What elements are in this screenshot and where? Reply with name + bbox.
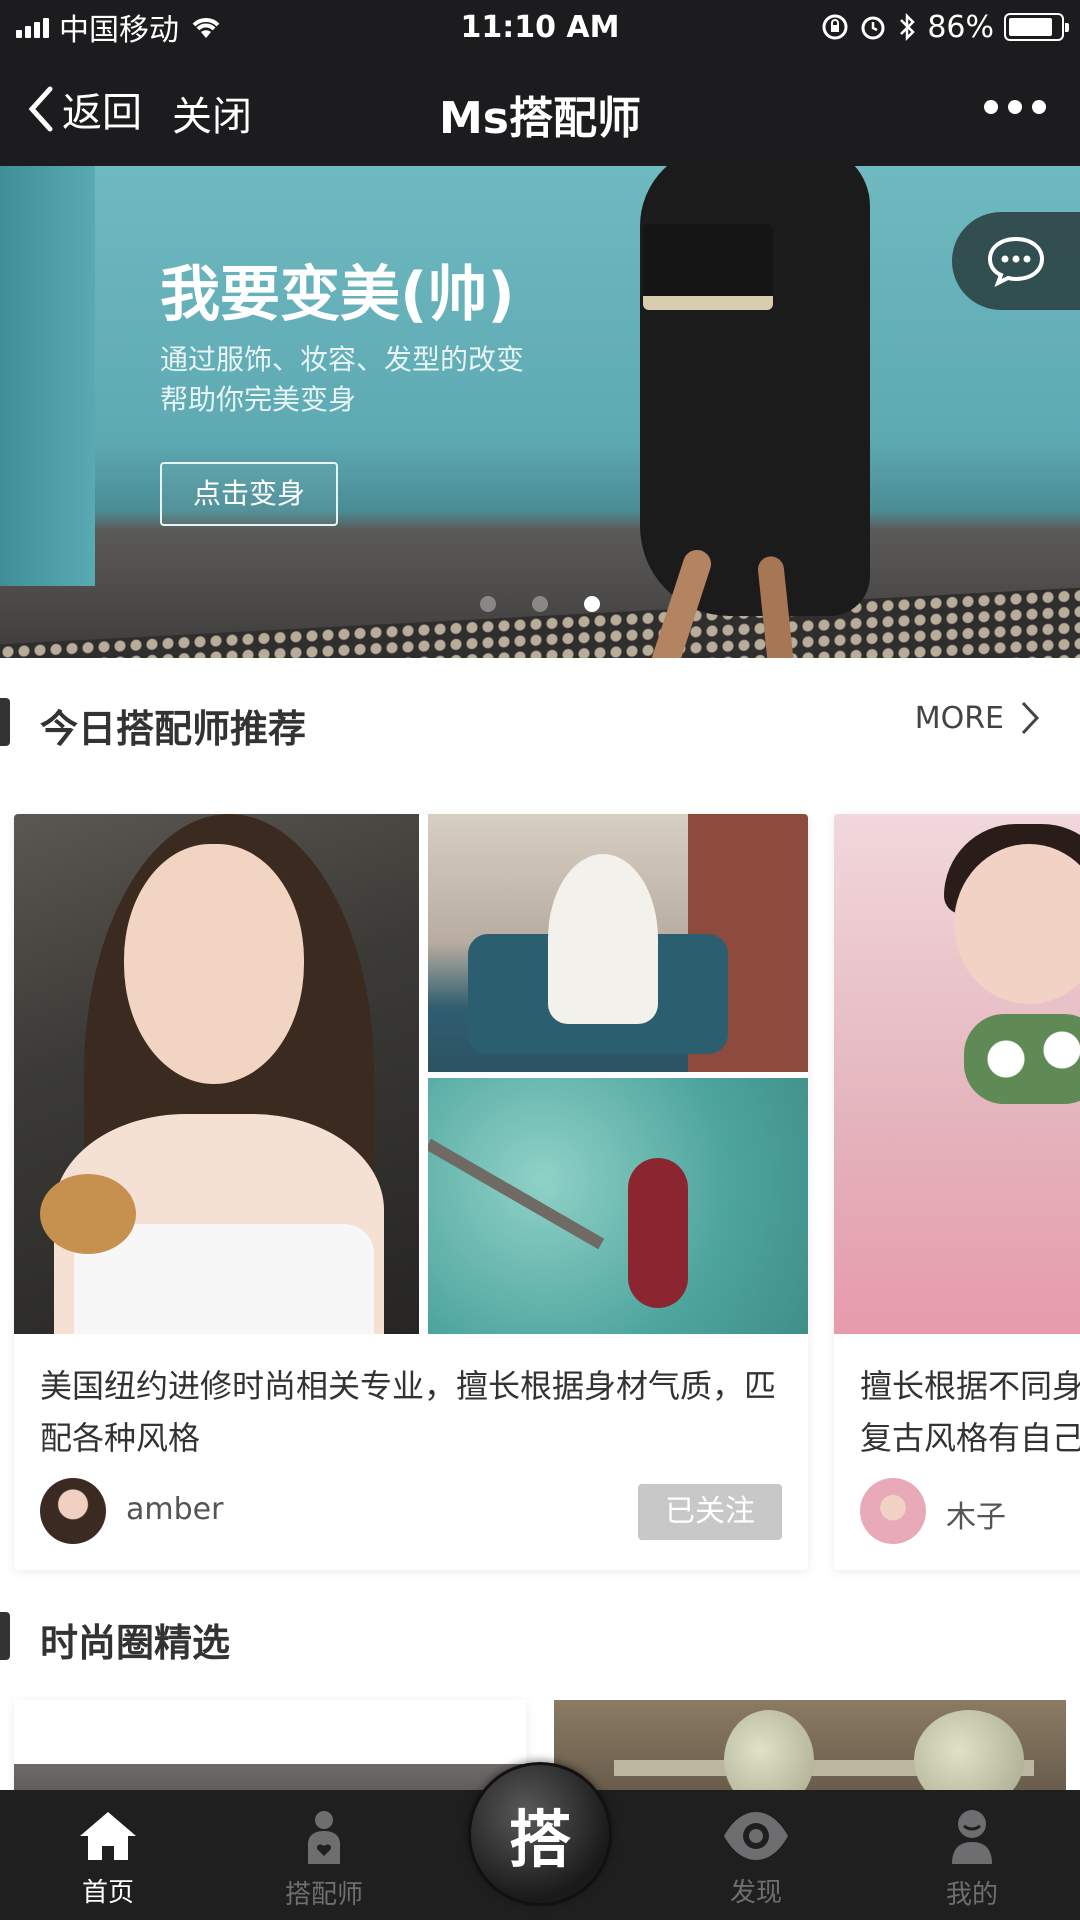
nav-bar: 返回 关闭 Ms搭配师 — [0, 54, 1080, 166]
carousel-indicator — [480, 596, 600, 612]
tab-label: 我的 — [945, 1880, 998, 1910]
battery-level — [1009, 18, 1052, 36]
photo-face — [124, 844, 304, 1084]
home-icon — [80, 1812, 136, 1860]
carousel-dot-active[interactable] — [584, 596, 600, 612]
status-right: 86% — [821, 9, 1069, 45]
more-icon[interactable] — [984, 100, 1046, 114]
hero-banner[interactable]: 我要变美(帅) 通过服饰、妆容、发型的改变 帮助你完美变身 点击变身 — [0, 166, 1080, 658]
section-title: 时尚圈精选 — [40, 1621, 231, 1665]
stylist-icon — [308, 1811, 340, 1864]
more-label: MORE — [914, 700, 1004, 736]
avatar[interactable] — [40, 1478, 106, 1544]
banner-subtitle: 帮助你完美变身 — [160, 383, 357, 416]
tab-label: 发现 — [729, 1878, 782, 1908]
signal-icon — [16, 16, 49, 38]
chevron-right-icon — [1021, 701, 1040, 735]
photo-rail — [428, 1138, 605, 1250]
section-marker — [0, 1612, 10, 1660]
battery-icon — [1004, 13, 1069, 41]
carrier-label: 中国移动 — [59, 13, 179, 48]
more-link[interactable]: MORE — [915, 700, 1040, 736]
photo-flowers — [964, 1014, 1080, 1104]
tab-mine[interactable]: 我的 — [892, 1808, 1052, 1918]
stylist-photo-main[interactable] — [14, 814, 419, 1334]
tab-home[interactable]: 首页 — [28, 1808, 188, 1918]
profile-icon — [952, 1810, 992, 1864]
transform-button[interactable]: 点击变身 — [160, 462, 338, 526]
battery-percent: 86% — [927, 9, 994, 45]
section-marker — [0, 698, 10, 746]
stylist-name[interactable]: 木子 — [946, 1492, 1006, 1536]
wifi-icon — [189, 14, 223, 40]
stylist-description-line: 擅长根据不同身 — [860, 1367, 1080, 1405]
status-bar: 中国移动 11:10 AM 86% — [0, 0, 1080, 54]
stylist-card[interactable]: 美国纽约进修时尚相关专业，擅长根据身材气质，匹配各种风格 amber 已关注 — [14, 814, 808, 1570]
photo-swimmer — [628, 1158, 688, 1308]
fashion-section-header: 时尚圈精选 — [0, 1604, 1080, 1665]
alarm-icon — [859, 13, 887, 41]
stylist-photo-top[interactable] — [428, 814, 808, 1072]
tab-label: 首页 — [81, 1878, 134, 1908]
cat-sticker — [40, 1174, 136, 1254]
avatar[interactable] — [860, 1478, 926, 1544]
section-title: 今日搭配师推荐 — [40, 707, 307, 751]
status-time: 11:10 AM — [460, 9, 620, 45]
follow-button[interactable]: 已关注 — [638, 1484, 782, 1540]
eye-icon — [724, 1812, 788, 1860]
photo-person — [548, 854, 658, 1024]
banner-subtitle: 通过服饰、妆容、发型的改变 — [160, 343, 525, 376]
carousel-dot[interactable] — [480, 596, 496, 612]
recommend-section-header: 今日搭配师推荐 MORE — [0, 690, 1080, 751]
banner-wall — [0, 166, 95, 586]
stylist-description: 美国纽约进修时尚相关专业，擅长根据身材气质，匹配各种风格 — [40, 1367, 777, 1457]
tab-stylist[interactable]: 搭配师 — [244, 1808, 404, 1918]
stylist-description-line: 复古风格有自己 — [860, 1419, 1080, 1457]
rotation-lock-icon — [821, 13, 849, 41]
stylist-description: 擅长根据不同身 复古风格有自己 — [860, 1360, 1080, 1464]
center-action-button[interactable]: 搭 — [468, 1762, 612, 1906]
page-title: Ms搭配师 — [439, 93, 641, 144]
chat-bubble-icon — [987, 236, 1045, 287]
stylist-photo-main[interactable] — [834, 814, 1080, 1334]
banner-title: 我要变美(帅) — [160, 260, 515, 330]
status-left: 中国移动 — [16, 5, 223, 49]
tab-label: 搭配师 — [284, 1880, 363, 1910]
tab-discover[interactable]: 发现 — [676, 1808, 836, 1918]
stylist-name[interactable]: amber — [126, 1492, 223, 1527]
chat-button[interactable] — [952, 212, 1080, 310]
carousel-dot[interactable] — [532, 596, 548, 612]
banner-handbag — [643, 224, 773, 310]
stylist-photo-bottom[interactable] — [428, 1078, 808, 1334]
stylist-card[interactable]: 擅长根据不同身 复古风格有自己 木子 — [834, 814, 1080, 1570]
bluetooth-icon — [897, 12, 917, 42]
